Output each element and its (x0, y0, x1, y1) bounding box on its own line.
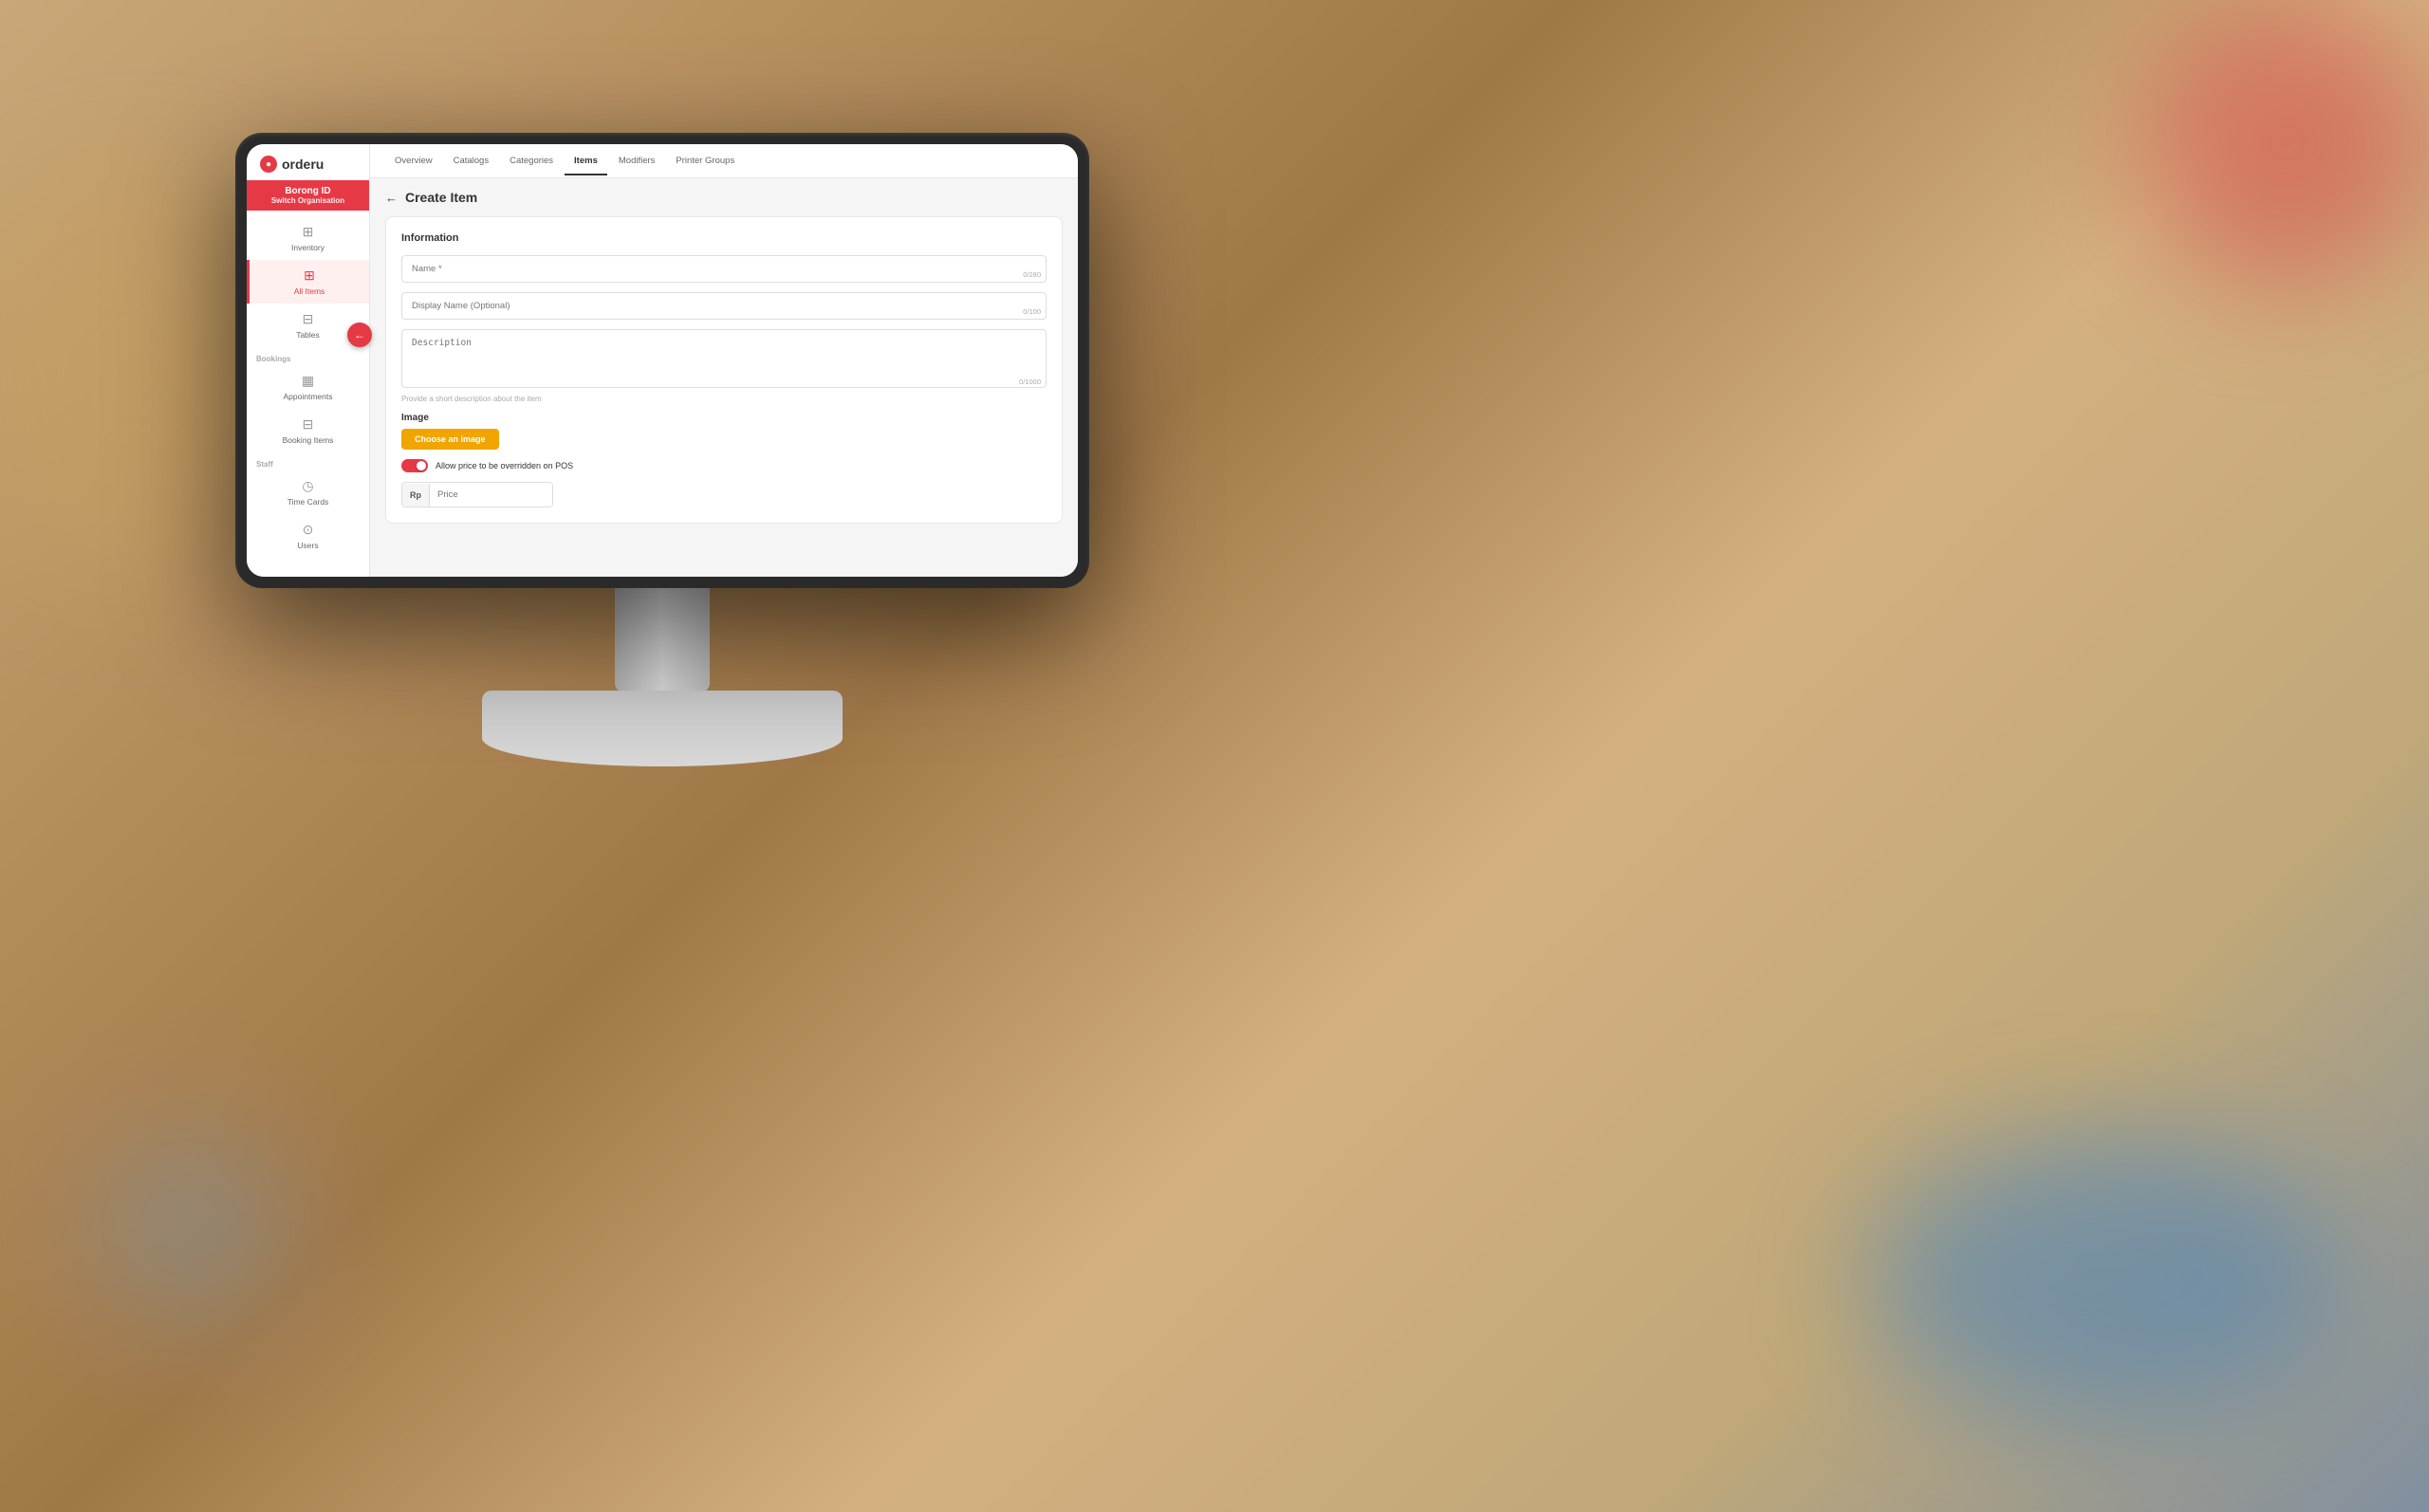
page-back-arrow[interactable]: ← (385, 191, 398, 205)
appointments-label: Appointments (284, 392, 333, 401)
tab-overview[interactable]: Overview (385, 148, 442, 175)
monitor: ● orderu Borong ID Switch Organisation ⊞… (235, 133, 1089, 588)
description-input[interactable] (401, 329, 1047, 388)
time-cards-label: Time Cards (287, 497, 329, 507)
name-group: 0/280 (401, 255, 1047, 283)
back-button-icon: ← (354, 328, 365, 341)
tables-icon: ⊟ (303, 311, 314, 327)
org-banner[interactable]: Borong ID Switch Organisation (247, 180, 369, 211)
toggle-thumb (417, 461, 426, 470)
monitor-neck-pole (615, 588, 710, 692)
tab-printer-groups[interactable]: Printer Groups (666, 148, 744, 175)
price-input-row: Rp (401, 482, 553, 507)
display-name-char-count: 0/100 (1023, 307, 1041, 316)
display-name-group: 0/100 (401, 292, 1047, 320)
description-group: Provide a short description about the it… (401, 329, 1047, 403)
display-name-input[interactable] (401, 292, 1047, 320)
main-content: Overview Catalogs Categories Items Modif… (370, 144, 1078, 577)
tab-categories[interactable]: Categories (500, 148, 563, 175)
bg-blob-4 (95, 1133, 285, 1322)
logo-icon: ● (260, 156, 277, 173)
sidebar-item-users[interactable]: ⊙ Users (247, 514, 369, 558)
logo-text: orderu (282, 157, 324, 172)
name-input[interactable] (401, 255, 1047, 283)
app: ● orderu Borong ID Switch Organisation ⊞… (247, 144, 1078, 577)
all-items-icon: ⊞ (304, 267, 315, 284)
bg-blob-2 (2144, 0, 2429, 285)
users-label: Users (297, 541, 318, 550)
sidebar-item-inventory[interactable]: ⊞ Inventory (247, 216, 369, 260)
bookings-section-label: Bookings (247, 347, 369, 365)
description-char-count: 0/1000 (1019, 378, 1041, 386)
monitor-stand (235, 588, 1089, 766)
name-char-count: 0/280 (1023, 270, 1041, 279)
sidebar-item-booking-items[interactable]: ⊟ Booking Items (247, 409, 369, 452)
toggle-label: Allow price to be overridden on POS (436, 461, 573, 470)
page-title: Create Item (405, 190, 477, 205)
all-items-label: All Items (294, 286, 325, 296)
form-card: Information 0/280 0/100 (385, 216, 1063, 524)
tab-catalogs[interactable]: Catalogs (444, 148, 499, 175)
sidebar-item-time-cards[interactable]: ◷ Time Cards (247, 470, 369, 514)
sidebar-logo: ● orderu (247, 144, 369, 180)
tab-items[interactable]: Items (565, 148, 607, 175)
inventory-icon: ⊞ (303, 224, 314, 240)
image-section: Image Choose an image (401, 413, 1047, 450)
monitor-neck-base (482, 691, 843, 766)
toggle-row: Allow price to be overridden on POS (401, 459, 1047, 472)
choose-image-button[interactable]: Choose an image (401, 429, 499, 450)
sidebar-nav: ⊞ Inventory ⊞ All Items ⊟ Tables Bookin (247, 211, 369, 577)
sidebar: ● orderu Borong ID Switch Organisation ⊞… (247, 144, 370, 577)
image-label: Image (401, 413, 1047, 423)
top-tabs: Overview Catalogs Categories Items Modif… (370, 144, 1078, 178)
floating-back-button[interactable]: ← (347, 323, 372, 347)
appointments-icon: ▦ (302, 373, 314, 389)
description-hint: Provide a short description about the it… (401, 395, 1047, 403)
page-content: ← Create Item Information 0/280 (370, 178, 1078, 577)
org-switch[interactable]: Switch Organisation (254, 196, 362, 205)
org-name: Borong ID (254, 186, 362, 196)
bg-blob-3 (1860, 1133, 2334, 1417)
sidebar-item-all-items[interactable]: ⊞ All Items (247, 260, 369, 304)
booking-items-label: Booking Items (283, 435, 334, 445)
time-cards-icon: ◷ (302, 478, 313, 494)
price-prefix: Rp (402, 484, 430, 507)
price-input[interactable] (430, 483, 553, 507)
inventory-label: Inventory (291, 243, 324, 252)
section-information: Information (401, 232, 1047, 244)
booking-items-icon: ⊟ (303, 416, 314, 433)
staff-section-label: Staff (247, 452, 369, 470)
tab-modifiers[interactable]: Modifiers (609, 148, 665, 175)
price-override-toggle[interactable] (401, 459, 428, 472)
users-icon: ⊙ (303, 522, 314, 538)
monitor-screen: ● orderu Borong ID Switch Organisation ⊞… (247, 144, 1078, 577)
sidebar-item-appointments[interactable]: ▦ Appointments (247, 365, 369, 409)
page-header: ← Create Item (385, 190, 1063, 205)
tables-label: Tables (296, 330, 320, 340)
